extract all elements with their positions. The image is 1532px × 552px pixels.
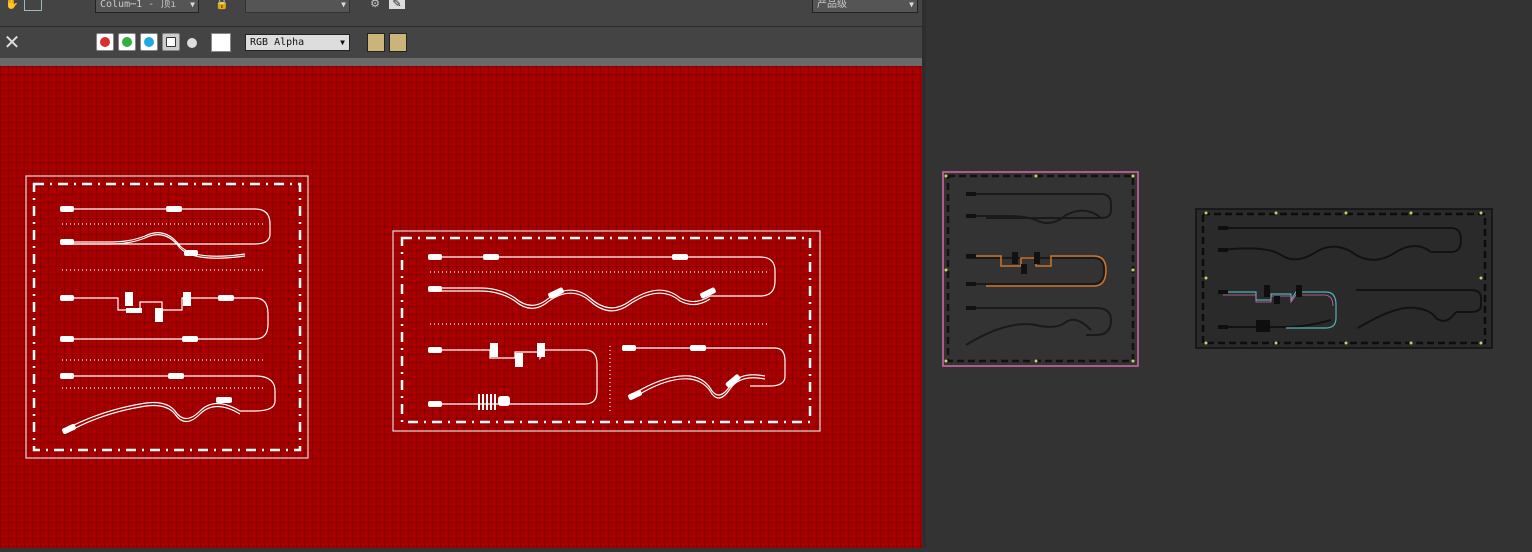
quality-dropdown-value: 产品级: [817, 0, 847, 10]
viewport-separator: [0, 58, 924, 66]
edit-icon[interactable]: ✎: [389, 0, 405, 10]
alpha-channel-icon: [166, 37, 176, 47]
preview-canvas: [942, 171, 1493, 367]
second-preview[interactable]: [1195, 208, 1493, 349]
chevron-down-icon: ▼: [909, 0, 914, 9]
left-panel-drawing: [25, 175, 309, 459]
color-swatch-icon[interactable]: [211, 33, 231, 52]
layer-dropdown[interactable]: Colum⋯1 - 顶ı ▼: [95, 0, 199, 13]
green-channel-toggle[interactable]: [118, 33, 136, 51]
chevron-down-icon: ▼: [340, 38, 345, 47]
layer-dropdown-value: Colum⋯1 - 顶ı: [100, 0, 177, 10]
render-settings-icon[interactable]: ⚙: [367, 0, 383, 11]
channel-toolbar: [0, 27, 924, 58]
clone-image-icon[interactable]: [389, 33, 407, 52]
lock-icon[interactable]: 🔒: [214, 0, 230, 11]
channel-select-value: RGB Alpha: [250, 37, 305, 48]
chevron-down-icon: ▼: [341, 0, 346, 9]
monochrome-icon[interactable]: [187, 38, 197, 48]
preview-panel: [926, 0, 1532, 548]
save-image-icon[interactable]: [367, 33, 385, 52]
text-tool-icon[interactable]: [24, 0, 42, 11]
chevron-down-icon: ▼: [190, 0, 195, 9]
middle-panel-drawing: [392, 230, 821, 432]
top-toolbar: ✋ Colum⋯1 - 顶ı ▼ 🔒 ▼ ⚙ ✎ 产品级 ▼: [0, 0, 924, 27]
red-channel-toggle[interactable]: [96, 33, 114, 51]
red-channel-icon: [100, 37, 110, 47]
viewport-canvas: [25, 175, 821, 459]
close-icon[interactable]: ✕: [3, 32, 21, 52]
pan-hand-icon[interactable]: ✋: [4, 0, 20, 11]
render-viewport[interactable]: [0, 66, 922, 548]
middle-panel-pads: [428, 254, 741, 410]
left-panel-pads: [60, 206, 234, 435]
green-channel-icon: [122, 37, 132, 47]
quality-dropdown[interactable]: 产品级 ▼: [812, 0, 918, 13]
alpha-channel-toggle[interactable]: [162, 33, 180, 51]
blue-channel-icon: [144, 37, 154, 47]
channel-select[interactable]: RGB Alpha ▼: [245, 34, 350, 51]
blue-channel-toggle[interactable]: [140, 33, 158, 51]
blank-dropdown[interactable]: ▼: [245, 0, 350, 13]
selected-preview[interactable]: [942, 171, 1139, 367]
